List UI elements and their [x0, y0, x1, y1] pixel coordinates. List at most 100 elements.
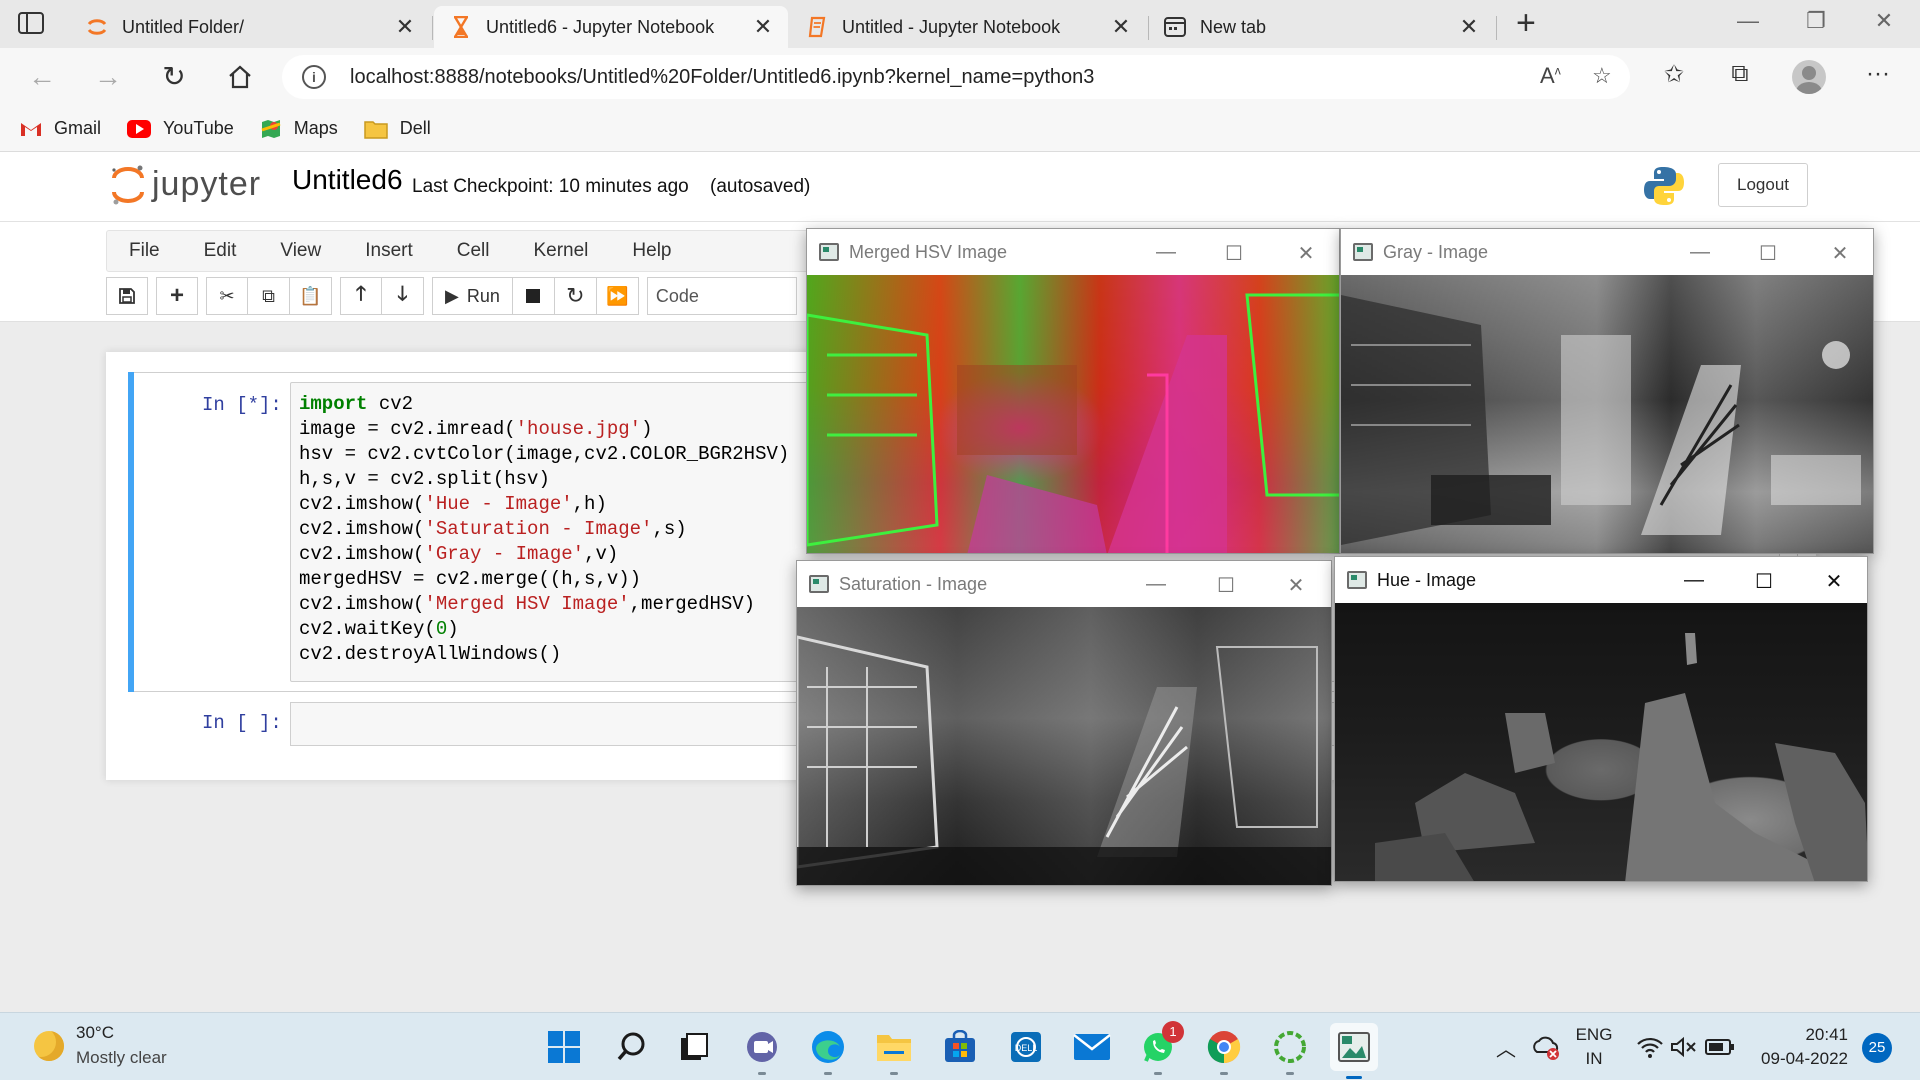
info-icon[interactable]: i	[302, 65, 326, 89]
weather-temperature[interactable]: 30°C	[76, 1023, 114, 1043]
menu-view[interactable]: View	[280, 240, 321, 262]
read-aloud-icon[interactable]: Aʌ	[1540, 63, 1561, 89]
favorites-icon[interactable]: ✩	[1654, 60, 1694, 89]
minimize-icon[interactable]: —	[1685, 241, 1715, 264]
clock[interactable]: 20:41 09-04-2022	[1752, 1023, 1848, 1071]
notification-center-badge[interactable]: 25	[1862, 1033, 1892, 1063]
minimize-icon[interactable]: —	[1728, 8, 1768, 34]
bookmark-dell[interactable]: Dell	[364, 118, 431, 139]
move-down-arrow-icon[interactable]: 🡓	[382, 277, 424, 315]
paste-icon[interactable]: 📋	[290, 277, 332, 315]
microsoft-store-icon[interactable]	[940, 1027, 980, 1067]
onedrive-error-icon[interactable]	[1526, 1027, 1566, 1067]
menu-insert[interactable]: Insert	[365, 240, 413, 262]
run-button[interactable]: ▶ Run	[432, 277, 513, 315]
menu-file[interactable]: File	[129, 240, 160, 262]
code-line: cv2.destroyAllWindows()	[299, 643, 562, 665]
start-windows-icon[interactable]	[544, 1027, 584, 1067]
teams-chat-icon[interactable]	[742, 1027, 782, 1075]
tab-actions-icon[interactable]	[18, 12, 44, 34]
menu-kernel[interactable]: Kernel	[533, 240, 588, 262]
menu-cell[interactable]: Cell	[457, 240, 490, 262]
window-title: Hue - Image	[1377, 569, 1477, 590]
minimize-icon[interactable]: —	[1141, 573, 1171, 596]
restart-icon[interactable]: ↻	[554, 277, 597, 315]
tab-untitled6[interactable]: Untitled6 - Jupyter Notebook ✕	[434, 6, 788, 48]
stop-icon[interactable]	[512, 277, 555, 315]
maximize-icon[interactable]: ☐	[1749, 569, 1779, 594]
minimize-icon[interactable]: —	[1151, 241, 1181, 264]
tab-untitled-notebook[interactable]: Untitled - Jupyter Notebook ✕	[790, 6, 1146, 48]
forward-arrow-icon[interactable]: →	[90, 60, 126, 94]
window-title-bar[interactable]: Gray - Image — ☐ ✕	[1341, 229, 1873, 275]
url-input[interactable]: i localhost:8888/notebooks/Untitled%20Fo…	[282, 55, 1630, 99]
edge-browser-icon[interactable]	[808, 1027, 848, 1075]
volume-muted-icon[interactable]	[1664, 1027, 1704, 1067]
close-icon[interactable]: ✕	[1106, 14, 1136, 40]
youtube-icon	[127, 119, 152, 138]
close-window-icon[interactable]: ✕	[1864, 8, 1904, 34]
file-explorer-icon[interactable]	[874, 1027, 914, 1075]
tray-overflow-chevron-icon[interactable]: ︿	[1486, 1027, 1526, 1067]
merged-hsv-window[interactable]: Merged HSV Image — ☐ ✕	[806, 228, 1340, 554]
whatsapp-icon[interactable]: 1	[1138, 1021, 1184, 1075]
save-icon[interactable]	[106, 277, 148, 315]
close-icon[interactable]: ✕	[1291, 241, 1321, 266]
fast-forward-icon[interactable]: ⏩	[596, 277, 639, 315]
close-icon[interactable]: ✕	[1454, 14, 1484, 40]
jupyter-logo[interactable]: jupyter	[110, 162, 261, 206]
maximize-icon[interactable]: ☐	[1753, 241, 1783, 266]
new-tab-plus-icon[interactable]: +	[1516, 6, 1536, 40]
chrome-icon[interactable]	[1204, 1027, 1244, 1075]
input-language-indicator[interactable]: ENG IN	[1574, 1023, 1614, 1071]
close-icon[interactable]: ✕	[1819, 569, 1849, 594]
hue-image-window[interactable]: Hue - Image — ☐ ✕	[1334, 556, 1868, 882]
checkpoint-status: Last Checkpoint: 10 minutes ago	[412, 176, 689, 197]
dell-app-icon[interactable]: DELL	[1006, 1027, 1046, 1067]
menu-help[interactable]: Help	[632, 240, 671, 262]
maximize-icon[interactable]: ☐	[1219, 241, 1249, 266]
anaconda-icon[interactable]	[1270, 1027, 1310, 1075]
maximize-icon[interactable]: ☐	[1211, 573, 1241, 598]
move-up-arrow-icon[interactable]: 🡑	[340, 277, 382, 315]
more-menu-icon[interactable]: ···	[1858, 60, 1898, 88]
logout-button[interactable]: Logout	[1718, 163, 1808, 207]
bookmark-gmail[interactable]: Gmail	[20, 118, 101, 139]
opencv-python-app-icon[interactable]	[1330, 1023, 1378, 1079]
refresh-icon[interactable]: ↻	[156, 60, 192, 94]
insert-cell-plus-icon[interactable]: +	[156, 277, 198, 315]
close-icon[interactable]: ✕	[748, 14, 778, 40]
profile-avatar[interactable]	[1792, 60, 1826, 94]
tab-untitled-folder[interactable]: Untitled Folder/ ✕	[70, 6, 430, 48]
window-title-bar[interactable]: Merged HSV Image — ☐ ✕	[807, 229, 1339, 275]
copy-icon[interactable]: ⧉	[248, 277, 290, 315]
collections-icon[interactable]: ⧉	[1720, 60, 1760, 88]
cut-icon[interactable]: ✂	[206, 277, 248, 315]
bookmark-youtube[interactable]: YouTube	[127, 118, 234, 139]
minimize-icon[interactable]: —	[1679, 569, 1709, 592]
restore-icon[interactable]: ❐	[1796, 8, 1836, 34]
mail-icon[interactable]	[1072, 1027, 1112, 1067]
window-title-bar[interactable]: Hue - Image — ☐ ✕	[1335, 557, 1867, 603]
menu-edit[interactable]: Edit	[204, 240, 237, 262]
bookmark-maps[interactable]: Maps	[260, 118, 338, 140]
gray-image-window[interactable]: Gray - Image — ☐ ✕	[1340, 228, 1874, 554]
notebook-title[interactable]: Untitled6	[292, 164, 403, 196]
weather-moon-icon[interactable]	[34, 1031, 64, 1061]
battery-icon[interactable]	[1700, 1027, 1740, 1067]
close-icon[interactable]: ✕	[390, 14, 420, 40]
home-icon[interactable]	[222, 60, 258, 94]
add-favorite-icon[interactable]: ☆	[1592, 63, 1612, 89]
running-indicator	[890, 1072, 898, 1075]
window-title-bar[interactable]: Saturation - Image — ☐ ✕	[797, 561, 1331, 607]
weather-description[interactable]: Mostly clear	[76, 1048, 167, 1068]
tab-new-tab[interactable]: New tab ✕	[1148, 6, 1494, 48]
close-icon[interactable]: ✕	[1825, 241, 1855, 266]
search-icon[interactable]	[612, 1027, 652, 1067]
cell-type-select[interactable]: Code	[646, 277, 797, 315]
saturation-image-window[interactable]: Saturation - Image — ☐ ✕	[796, 560, 1332, 886]
code-line: cv2.imshow('Saturation - Image',s)	[299, 518, 687, 540]
task-view-icon[interactable]	[674, 1027, 714, 1067]
close-icon[interactable]: ✕	[1281, 573, 1311, 598]
back-arrow-icon[interactable]: ←	[24, 60, 60, 94]
